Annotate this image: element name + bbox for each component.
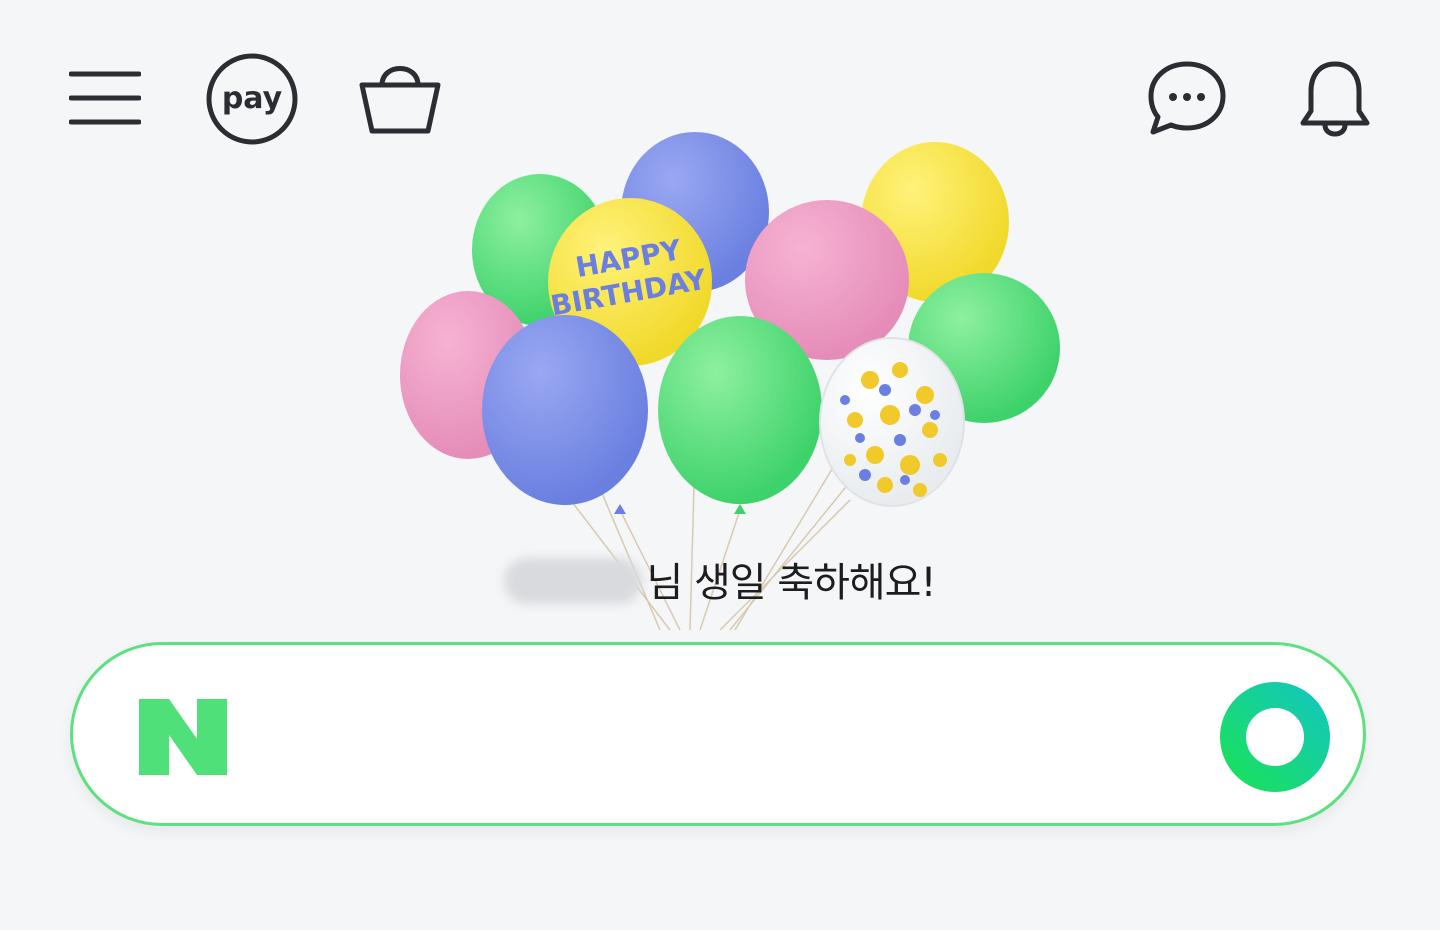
search-button-icon[interactable] — [1220, 682, 1330, 792]
greeting-text: 님 생일 축하해요! — [646, 560, 936, 606]
birthday-greeting: 님 생일 축하해요! — [0, 550, 1440, 608]
balloon-blue-2 — [482, 315, 648, 505]
hamburger-menu-icon — [69, 71, 141, 125]
balloon-green-3 — [658, 316, 822, 504]
naver-n-logo-icon[interactable] — [139, 699, 227, 775]
naver-home-page: pay HAPPY BIRTHDAY 님 생일 축하해요! — [0, 0, 1440, 930]
search-bar[interactable] — [70, 642, 1366, 826]
search-input[interactable] — [263, 695, 1167, 777]
blurred-username — [504, 558, 643, 604]
pay-icon: pay — [206, 53, 298, 145]
chat-bubble-icon — [1148, 61, 1226, 135]
confetti-balloon — [819, 337, 965, 507]
pay-button[interactable]: pay — [203, 50, 301, 148]
pay-label: pay — [222, 81, 283, 116]
menu-button[interactable] — [60, 58, 150, 138]
bell-icon — [1300, 61, 1370, 137]
talk-button[interactable] — [1140, 55, 1234, 141]
notification-button[interactable] — [1292, 55, 1378, 143]
